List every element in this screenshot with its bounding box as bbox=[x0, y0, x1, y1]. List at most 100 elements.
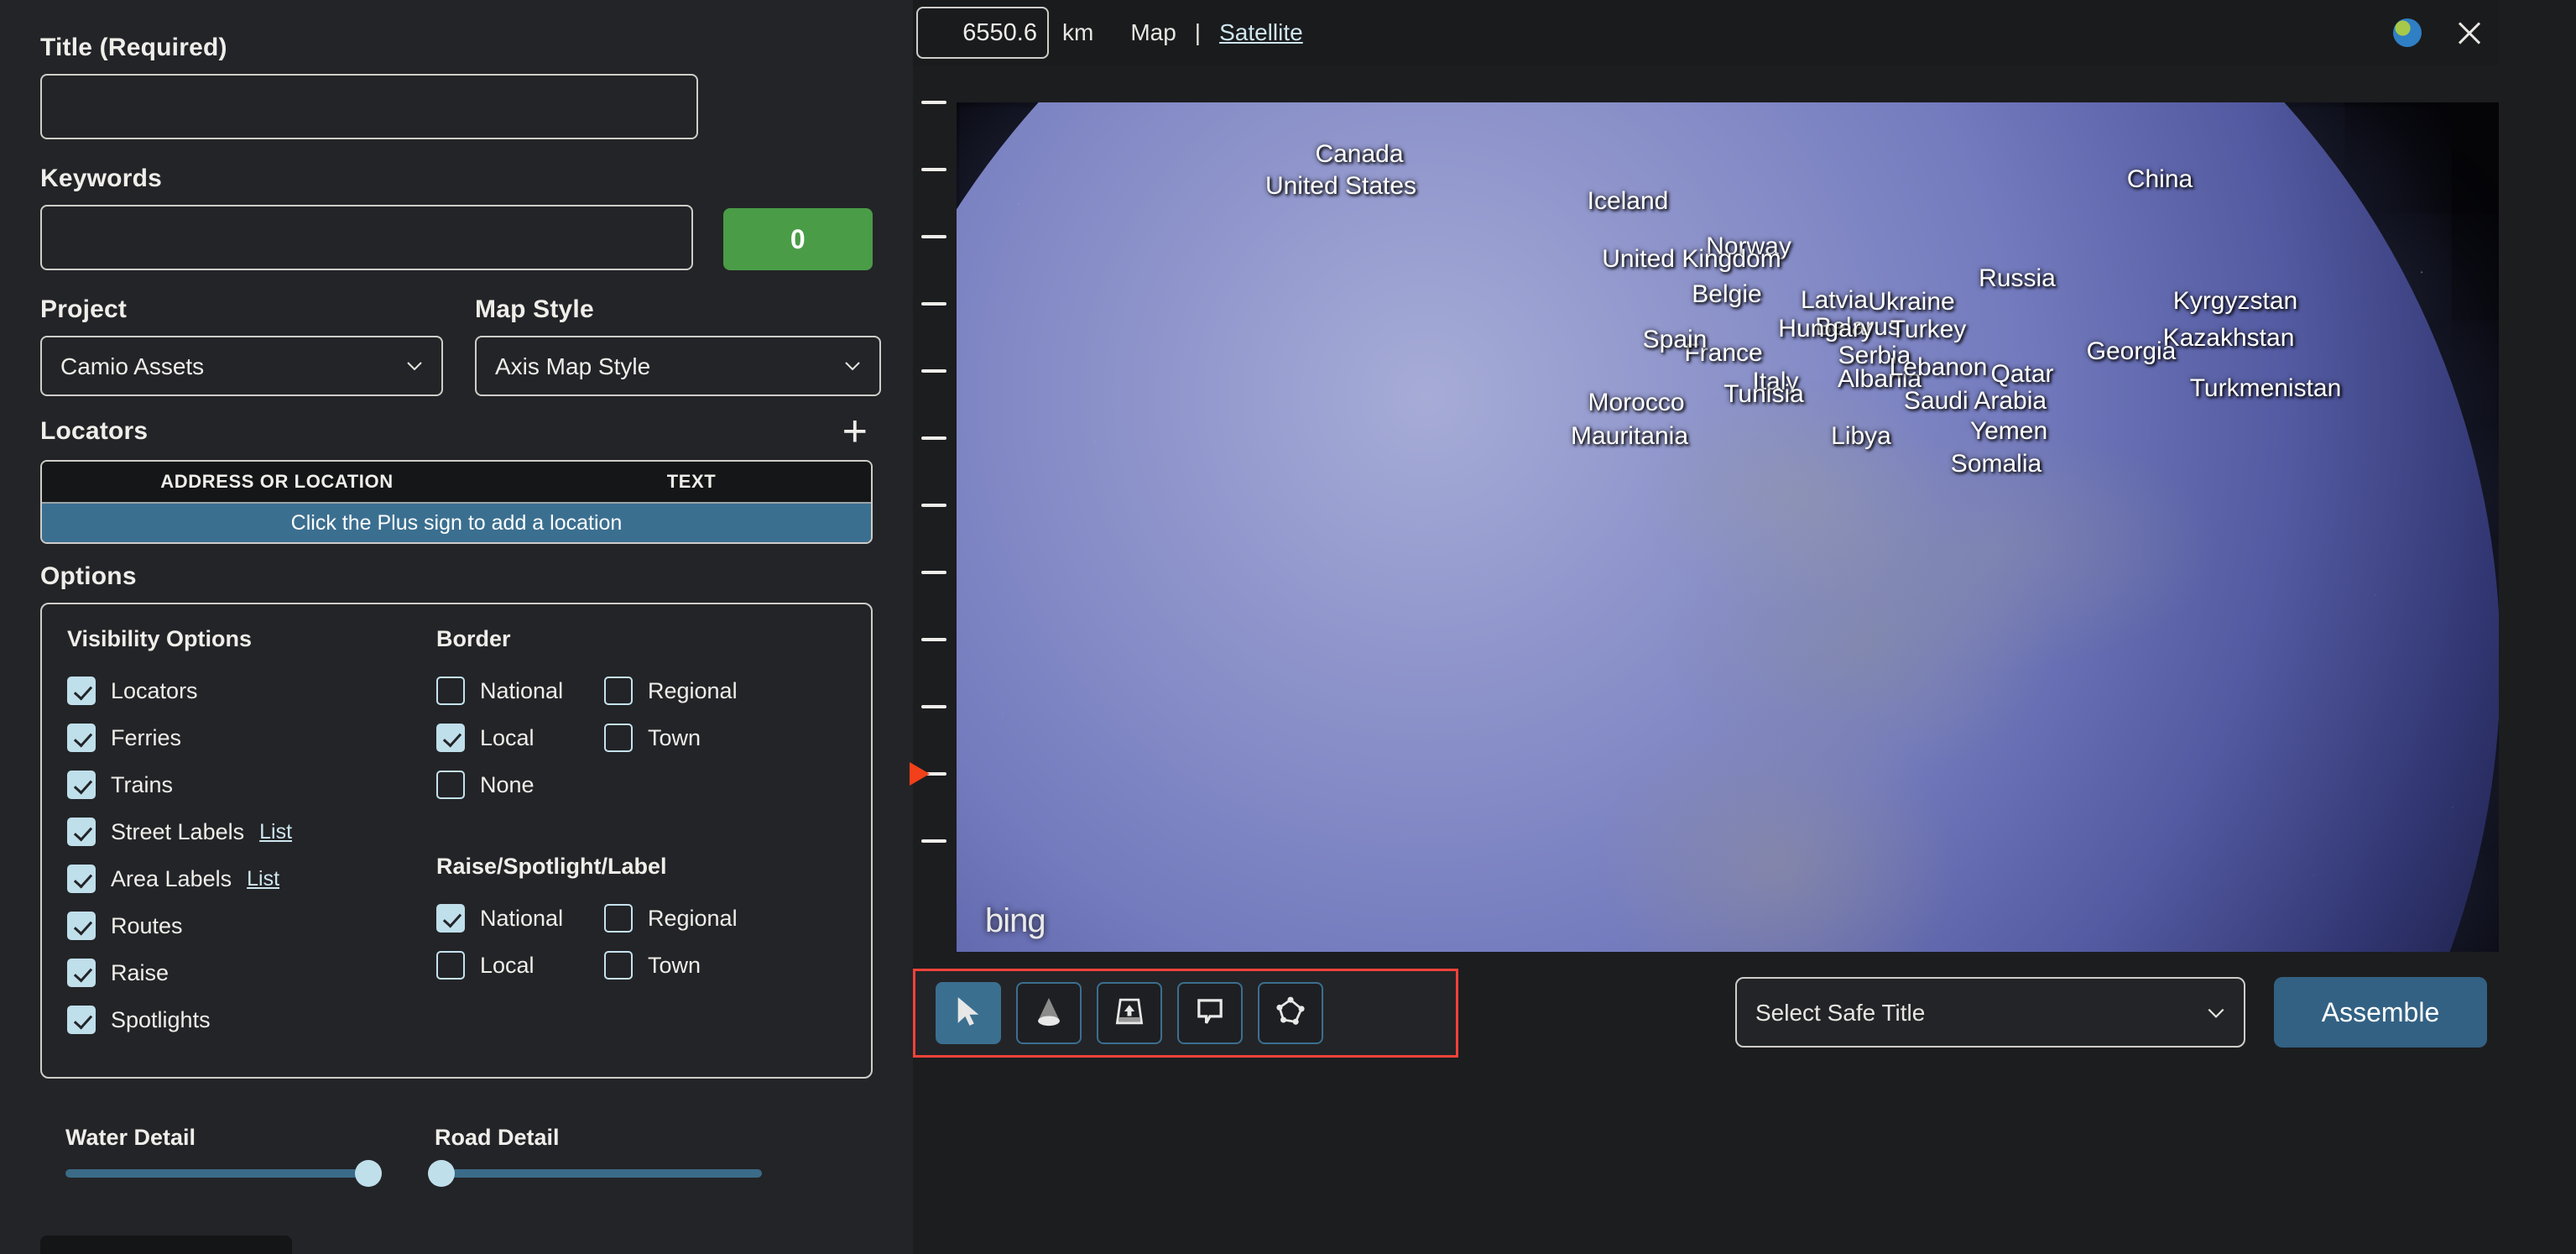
checkbox-row-area-labels[interactable]: Area Labels List bbox=[67, 855, 436, 902]
select-tool-button[interactable] bbox=[936, 982, 1001, 1044]
checkbox-border-none[interactable] bbox=[436, 771, 465, 799]
checkbox-label: Locators bbox=[111, 677, 198, 703]
checkbox-row-raise[interactable]: Raise bbox=[67, 949, 436, 996]
zoom-tick[interactable] bbox=[921, 436, 946, 440]
locators-table: ADDRESS OR LOCATION TEXT Click the Plus … bbox=[40, 460, 873, 544]
zoom-tick[interactable] bbox=[921, 571, 946, 574]
mapstyle-select[interactable]: Axis Map Style bbox=[475, 336, 881, 396]
map-scale-input[interactable] bbox=[916, 7, 1049, 59]
column-header-text: TEXT bbox=[666, 471, 717, 492]
add-locator-plus-icon[interactable]: + bbox=[837, 410, 873, 453]
zoom-tick[interactable] bbox=[921, 839, 946, 843]
safe-title-select[interactable]: Select Safe Title bbox=[1735, 977, 2245, 1048]
water-detail-knob[interactable] bbox=[354, 1160, 382, 1187]
keywords-input[interactable] bbox=[40, 205, 693, 270]
raise-icon bbox=[1113, 995, 1146, 1032]
checkbox-row-rsl-town[interactable]: Town bbox=[604, 942, 772, 989]
checkbox-label: None bbox=[480, 771, 534, 797]
checkbox-border-local[interactable] bbox=[436, 724, 465, 752]
spotlight-tool-button[interactable] bbox=[1016, 982, 1082, 1044]
cone-icon bbox=[1031, 994, 1066, 1033]
checkbox-row-border-national[interactable]: National bbox=[436, 667, 604, 714]
label-tool-button[interactable] bbox=[1177, 982, 1243, 1044]
locators-header: Locators + bbox=[40, 410, 873, 453]
checkbox-border-town[interactable] bbox=[604, 724, 633, 752]
mapstyle-label: Map Style bbox=[475, 295, 594, 323]
checkbox-area-labels[interactable] bbox=[67, 865, 96, 893]
checkbox-row-rsl-national[interactable]: National bbox=[436, 895, 604, 942]
zoom-tick[interactable] bbox=[921, 101, 946, 104]
checkbox-row-border-regional[interactable]: Regional bbox=[604, 667, 772, 714]
map-view-link[interactable]: Map bbox=[1130, 19, 1176, 46]
checkbox-border-national[interactable] bbox=[436, 677, 465, 705]
zoom-slider[interactable] bbox=[910, 101, 957, 923]
raise-spotlight-label-title: Raise/Spotlight/Label bbox=[436, 854, 667, 879]
visibility-options-title: Visibility Options bbox=[67, 626, 253, 651]
cursor-icon bbox=[952, 995, 984, 1032]
raise-tool-button[interactable] bbox=[1097, 982, 1162, 1044]
checkbox-border-regional[interactable] bbox=[604, 677, 633, 705]
checkbox-label: Area Labels bbox=[111, 865, 232, 891]
road-detail-knob[interactable] bbox=[427, 1160, 455, 1187]
locators-heading: Locators bbox=[40, 417, 149, 445]
checkbox-ferries[interactable] bbox=[67, 724, 96, 752]
assemble-button[interactable]: Assemble bbox=[2274, 977, 2487, 1048]
checkbox-spotlights[interactable] bbox=[67, 1006, 96, 1034]
checkbox-row-rsl-regional[interactable]: Regional bbox=[604, 895, 772, 942]
keyword-count-button[interactable]: 0 bbox=[722, 208, 873, 270]
area-labels-list-link[interactable]: List bbox=[247, 867, 279, 891]
zoom-tick[interactable] bbox=[921, 235, 946, 238]
border-title: Border bbox=[436, 626, 511, 651]
checkbox-rsl-national[interactable] bbox=[436, 904, 465, 933]
globe-icon[interactable] bbox=[2393, 18, 2422, 47]
zoom-level-marker[interactable] bbox=[910, 762, 930, 786]
checkbox-row-trains[interactable]: Trains bbox=[67, 761, 436, 808]
water-detail-track[interactable] bbox=[65, 1160, 382, 1187]
satellite-view-link[interactable]: Satellite bbox=[1219, 19, 1303, 46]
checkbox-trains[interactable] bbox=[67, 771, 96, 799]
checkbox-row-street-labels[interactable]: Street Labels List bbox=[67, 808, 436, 855]
locators-empty-message[interactable]: Click the Plus sign to add a location bbox=[42, 502, 871, 542]
checkbox-rsl-regional[interactable] bbox=[604, 904, 633, 933]
street-labels-list-link[interactable]: List bbox=[259, 820, 292, 844]
column-header-address: ADDRESS OR LOCATION bbox=[160, 471, 394, 492]
checkbox-routes[interactable] bbox=[67, 912, 96, 940]
checkbox-label: Raise bbox=[111, 959, 169, 985]
options-card: Visibility Options Locators Ferries Trai… bbox=[40, 603, 873, 1079]
zoom-tick[interactable] bbox=[921, 369, 946, 373]
checkbox-label: Spotlights bbox=[111, 1006, 211, 1032]
checkbox-row-routes[interactable]: Routes bbox=[67, 902, 436, 949]
road-detail-track[interactable] bbox=[427, 1160, 762, 1187]
map-authoring-app: Title (Required) Keywords 0 Project Cami… bbox=[0, 0, 2576, 1254]
project-label: Project bbox=[40, 295, 128, 323]
checkbox-rsl-local[interactable] bbox=[436, 951, 465, 980]
checkbox-row-spotlights[interactable]: Spotlights bbox=[67, 996, 436, 1043]
title-input[interactable] bbox=[40, 74, 698, 139]
checkbox-locators[interactable] bbox=[67, 677, 96, 705]
checkbox-rsl-town[interactable] bbox=[604, 951, 633, 980]
checkbox-street-labels[interactable] bbox=[67, 818, 96, 846]
title-label: Title (Required) bbox=[40, 34, 227, 61]
checkbox-raise[interactable] bbox=[67, 959, 96, 987]
zoom-tick[interactable] bbox=[921, 705, 946, 708]
close-icon[interactable] bbox=[2455, 18, 2484, 47]
checkbox-label: Ferries bbox=[111, 724, 182, 750]
zoom-tick[interactable] bbox=[921, 504, 946, 507]
zoom-tick[interactable] bbox=[921, 638, 946, 641]
checkbox-label: Local bbox=[480, 724, 534, 750]
checkbox-row-ferries[interactable]: Ferries bbox=[67, 714, 436, 761]
checkbox-row-rsl-local[interactable]: Local bbox=[436, 942, 604, 989]
polygon-tool-button[interactable] bbox=[1258, 982, 1323, 1044]
checkbox-row-border-town[interactable]: Town bbox=[604, 714, 772, 761]
project-select[interactable]: Camio Assets bbox=[40, 336, 443, 396]
map-viewport[interactable]: Canada United States Iceland Norway China Lat… bbox=[957, 102, 2499, 952]
checkbox-row-border-local[interactable]: Local bbox=[436, 714, 604, 761]
zoom-tick[interactable] bbox=[921, 302, 946, 306]
zoom-tick[interactable] bbox=[921, 168, 946, 171]
keywords-label: Keywords bbox=[40, 165, 162, 192]
polygon-icon bbox=[1274, 995, 1307, 1032]
checkbox-row-locators[interactable]: Locators bbox=[67, 667, 436, 714]
checkbox-row-border-none[interactable]: None bbox=[436, 761, 604, 808]
view-separator: | bbox=[1194, 19, 1202, 45]
checkbox-label: Regional bbox=[648, 905, 738, 931]
